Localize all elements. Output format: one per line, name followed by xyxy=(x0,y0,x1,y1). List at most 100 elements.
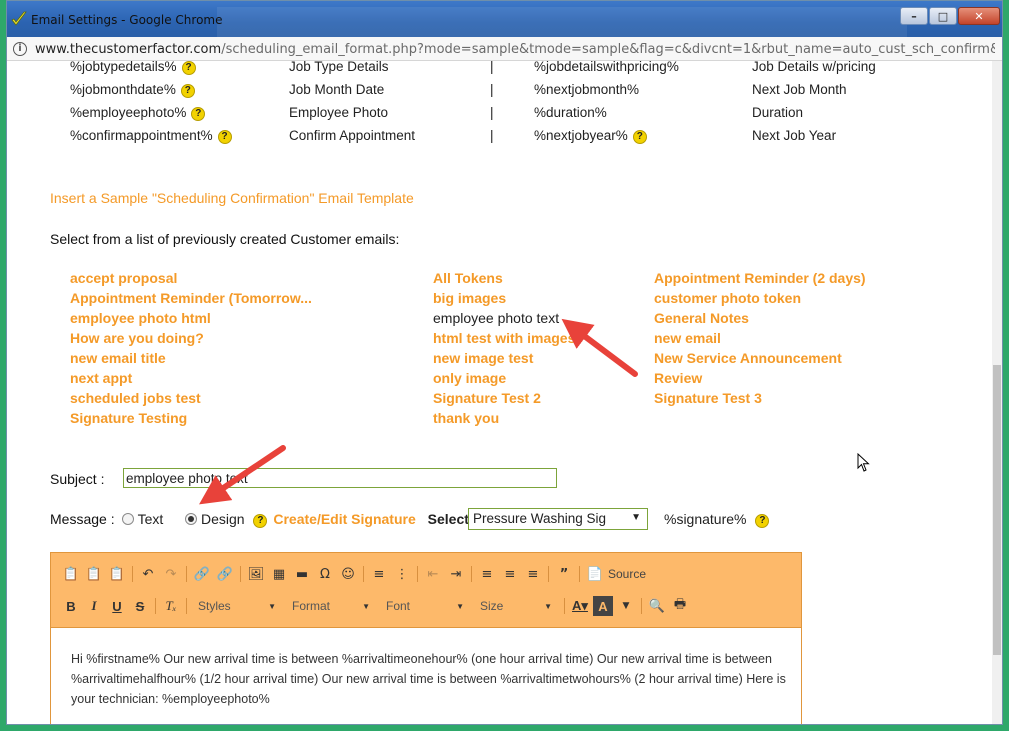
numbered-list-icon[interactable]: ≡ xyxy=(369,564,389,584)
rich-text-editor[interactable]: 📋 📋 📋 ↶ ↷ 🔗 🔗 🖼 ▦ ▬ Ω ☺ ≡ ⋮ ⇤ ⇥ ≡ ≡ ≡ ” … xyxy=(50,552,802,724)
email-template-link[interactable]: accept proposal xyxy=(70,270,177,286)
select-sig-dropdown[interactable]: Pressure Washing Sig ▼ xyxy=(468,508,648,530)
help-icon[interactable]: ? xyxy=(253,514,268,528)
help-icon[interactable]: ? xyxy=(632,130,647,144)
indent-icon[interactable]: ⇥ xyxy=(446,564,466,584)
help-icon[interactable]: ? xyxy=(755,514,770,528)
toolbar-separator xyxy=(132,566,133,582)
smiley-icon[interactable]: ☺ xyxy=(338,564,358,584)
source-icon[interactable]: 📄 xyxy=(585,564,605,584)
email-template-link[interactable]: scheduled jobs test xyxy=(70,390,201,406)
text-color-icon[interactable]: A▾ xyxy=(570,596,590,616)
subject-label: Subject : xyxy=(50,471,105,487)
email-template-link[interactable]: General Notes xyxy=(654,310,749,326)
link-icon[interactable]: 🔗 xyxy=(192,564,212,584)
email-template-link[interactable]: Signature Testing xyxy=(70,410,187,426)
token-separator-text: | xyxy=(490,82,494,97)
blockquote-icon[interactable]: ” xyxy=(554,564,574,584)
email-template-link[interactable]: Appointment Reminder (Tomorrow... xyxy=(70,290,312,306)
outdent-icon[interactable]: ⇤ xyxy=(423,564,443,584)
undo-icon[interactable]: ↶ xyxy=(138,564,158,584)
token-name-text: %employeephoto% xyxy=(70,105,187,120)
token-name-text: %confirmappointment% xyxy=(70,128,213,143)
email-template-link[interactable]: New Service Announcement xyxy=(654,350,842,366)
window-title: Email Settings - Google Chrome xyxy=(31,13,223,27)
info-icon[interactable]: i xyxy=(13,42,27,56)
toolbar-separator xyxy=(155,598,156,614)
email-template-link[interactable]: Signature Test 2 xyxy=(433,390,541,406)
help-icon[interactable]: ? xyxy=(191,107,206,121)
remove-format-icon[interactable]: Tₓ xyxy=(161,596,181,616)
background-color-icon[interactable]: A xyxy=(593,596,613,616)
email-template-link[interactable]: Appointment Reminder (2 days) xyxy=(654,270,866,286)
scrollbar-thumb[interactable] xyxy=(993,365,1001,655)
maximize-button[interactable]: □ xyxy=(929,7,957,25)
format-dropdown[interactable]: Format ▼ xyxy=(286,596,374,616)
token-description: Job Type Details xyxy=(289,61,389,74)
paste-word-icon[interactable]: 📋 xyxy=(107,564,127,584)
email-template-link[interactable]: How are you doing? xyxy=(70,330,204,346)
email-template-link[interactable]: employee photo html xyxy=(70,310,211,326)
email-template-link[interactable]: new image test xyxy=(433,350,533,366)
text-radio-label[interactable]: Text xyxy=(138,511,164,527)
design-radio-label[interactable]: Design xyxy=(201,511,245,527)
bulleted-list-icon[interactable]: ⋮ xyxy=(392,564,412,584)
dropdown-arrow-icon: ▼ xyxy=(631,512,641,523)
redo-icon[interactable]: ↷ xyxy=(161,564,181,584)
email-template-link[interactable]: new email xyxy=(654,330,721,346)
email-template-link[interactable]: thank you xyxy=(433,410,499,426)
italic-icon[interactable]: I xyxy=(84,596,104,616)
bold-icon[interactable]: B xyxy=(61,596,81,616)
token-separator-text: | xyxy=(490,105,494,120)
email-template-link[interactable]: only image xyxy=(433,370,506,386)
token-description-text: Next Job Year xyxy=(752,128,837,143)
token-description-text: Job Details w/pricing xyxy=(752,61,876,74)
format-label: Format xyxy=(292,599,331,613)
styles-dropdown[interactable]: Styles ▼ xyxy=(192,596,280,616)
close-button[interactable]: ✕ xyxy=(958,7,1000,25)
preview-icon[interactable]: 🔍 xyxy=(647,596,667,616)
align-left-icon[interactable]: ≡ xyxy=(477,564,497,584)
minimize-button[interactable]: – xyxy=(900,7,928,25)
email-template-link[interactable]: Review xyxy=(654,370,702,386)
design-radio[interactable] xyxy=(185,513,198,525)
underline-icon[interactable]: U xyxy=(107,596,127,616)
email-template-link[interactable]: html test with images xyxy=(433,330,575,346)
email-template-link[interactable]: next appt xyxy=(70,370,132,386)
token-description: Duration xyxy=(752,105,803,120)
subject-input[interactable] xyxy=(123,468,557,488)
image-icon[interactable]: 🖼 xyxy=(246,564,266,584)
paste-icon[interactable]: 📋 xyxy=(61,564,81,584)
strikethrough-icon[interactable]: S xyxy=(130,596,150,616)
url-text[interactable]: www.thecustomerfactor.com/scheduling_ema… xyxy=(35,42,995,57)
horizontal-rule-icon[interactable]: ▬ xyxy=(292,564,312,584)
email-template-link[interactable]: All Tokens xyxy=(433,270,503,286)
email-template-link[interactable]: employee photo text xyxy=(433,310,559,326)
insert-sample-link[interactable]: Insert a Sample "Scheduling Confirmation… xyxy=(50,190,414,206)
source-button[interactable]: Source xyxy=(608,564,646,584)
size-label: Size xyxy=(480,599,504,613)
help-icon[interactable]: ? xyxy=(181,61,196,75)
align-center-icon[interactable]: ≡ xyxy=(500,564,520,584)
help-icon[interactable]: ? xyxy=(180,84,195,98)
caret-down-icon[interactable]: ▼ xyxy=(616,596,636,616)
toolbar-separator xyxy=(579,566,580,582)
font-dropdown[interactable]: Font ▼ xyxy=(380,596,468,616)
email-template-link[interactable]: Signature Test 3 xyxy=(654,390,762,406)
create-edit-signature-link[interactable]: Create/Edit Signature xyxy=(273,511,415,527)
vertical-scrollbar[interactable] xyxy=(992,61,1002,724)
special-char-icon[interactable]: Ω xyxy=(315,564,335,584)
email-template-link[interactable]: big images xyxy=(433,290,506,306)
email-template-link[interactable]: new email title xyxy=(70,350,166,366)
paste-text-icon[interactable]: 📋 xyxy=(84,564,104,584)
table-icon[interactable]: ▦ xyxy=(269,564,289,584)
editor-content[interactable]: Hi %firstname% Our new arrival time is b… xyxy=(71,649,786,709)
help-icon[interactable]: ? xyxy=(217,130,232,144)
align-right-icon[interactable]: ≡ xyxy=(523,564,543,584)
address-bar[interactable]: i www.thecustomerfactor.com/scheduling_e… xyxy=(7,37,1002,61)
text-radio[interactable] xyxy=(122,513,134,525)
unlink-icon[interactable]: 🔗 xyxy=(215,564,235,584)
email-template-link[interactable]: customer photo token xyxy=(654,290,801,306)
size-dropdown[interactable]: Size ▼ xyxy=(474,596,556,616)
print-icon[interactable]: 🖶 xyxy=(670,596,690,616)
